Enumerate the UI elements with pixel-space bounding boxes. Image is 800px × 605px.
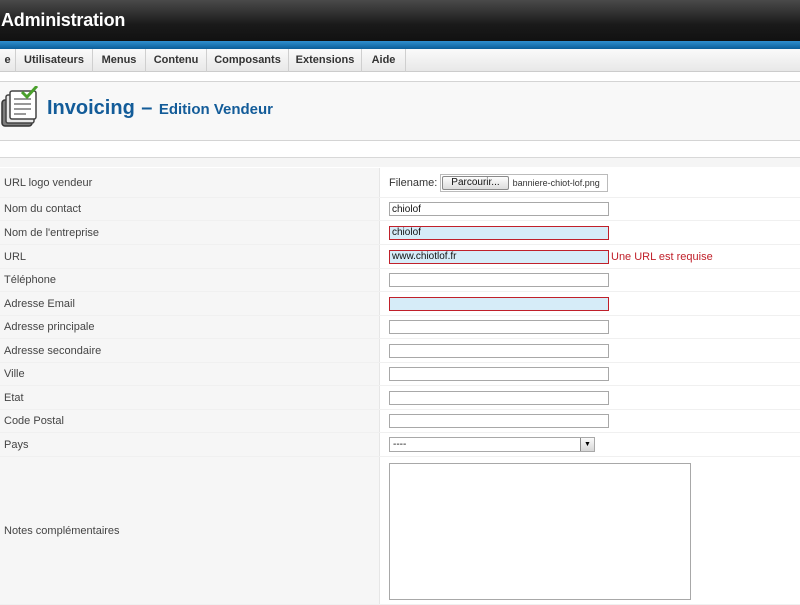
logo-file-input[interactable]: Parcourir... banniere-chiot-lof.png <box>440 173 609 192</box>
label-address1: Adresse principale <box>0 316 380 338</box>
url-error-message: Une URL est requise <box>611 250 713 263</box>
menu-item-utilisateurs[interactable]: Utilisateurs <box>16 49 93 72</box>
menu-item-site[interactable]: e <box>0 49 16 72</box>
page-title-main: Invoicing <box>47 97 135 119</box>
row-state: Etat <box>0 386 800 410</box>
menu-item-extensions[interactable]: Extensions <box>289 49 362 72</box>
label-company: Nom de l'entreprise <box>0 221 380 244</box>
phone-input[interactable] <box>389 273 609 287</box>
company-name-input[interactable] <box>389 225 609 240</box>
invoice-icon <box>1 86 39 127</box>
row-company: Nom de l'entreprise <box>0 221 800 245</box>
row-logo-url: URL logo vendeur Filename: Parcourir... … <box>0 168 800 198</box>
city-input[interactable] <box>389 367 609 381</box>
admin-title: Administration <box>1 10 126 30</box>
row-url: URL Une URL est requise <box>0 245 800 269</box>
vendor-form: URL logo vendeur Filename: Parcourir... … <box>0 168 800 605</box>
row-notes: Notes complémentaires <box>0 457 800 605</box>
page-title: Invoicing – Edition Vendeur <box>47 97 273 120</box>
chevron-down-icon[interactable]: ▼ <box>580 438 594 451</box>
address2-input[interactable] <box>389 343 609 358</box>
address1-input[interactable] <box>389 320 609 334</box>
menu-item-menus[interactable]: Menus <box>93 49 146 72</box>
label-notes: Notes complémentaires <box>0 457 380 604</box>
menu-item-aide[interactable]: Aide <box>362 49 406 72</box>
browse-button[interactable]: Parcourir... <box>442 175 509 190</box>
label-phone: Téléphone <box>0 269 380 291</box>
label-zip: Code Postal <box>0 410 380 432</box>
main-menu: e Utilisateurs Menus Contenu Composants … <box>0 49 800 72</box>
page-toolbar: Invoicing – Edition Vendeur <box>0 81 800 141</box>
notes-textarea[interactable] <box>389 463 691 600</box>
email-input[interactable] <box>389 296 609 311</box>
row-address2: Adresse secondaire <box>0 339 800 363</box>
label-state: Etat <box>0 386 380 409</box>
content-separator <box>0 157 800 167</box>
country-selected-value: ---- <box>393 439 407 450</box>
row-address1: Adresse principale <box>0 316 800 339</box>
zip-input[interactable] <box>389 414 609 428</box>
label-url: URL <box>0 245 380 268</box>
selected-filename: banniere-chiot-lof.png <box>512 177 600 188</box>
label-email: Adresse Email <box>0 292 380 315</box>
label-logo-url: URL logo vendeur <box>0 168 380 197</box>
label-country: Pays <box>0 433 380 456</box>
menu-item-contenu[interactable]: Contenu <box>146 49 207 72</box>
menu-item-composants[interactable]: Composants <box>207 49 289 72</box>
row-phone: Téléphone <box>0 269 800 292</box>
label-city: Ville <box>0 363 380 385</box>
contact-name-input[interactable] <box>389 202 609 216</box>
label-contact: Nom du contact <box>0 198 380 220</box>
filename-label: Filename: <box>389 176 438 189</box>
header-accent-bar <box>0 41 800 49</box>
page-title-separator: – <box>141 97 153 119</box>
label-address2: Adresse secondaire <box>0 339 380 362</box>
field-logo-url: Filename: Parcourir... banniere-chiot-lo… <box>389 168 609 197</box>
country-select[interactable]: ---- ▼ <box>389 437 595 452</box>
row-zip: Code Postal <box>0 410 800 433</box>
state-input[interactable] <box>389 390 609 405</box>
admin-header-bar: Administration <box>0 0 800 41</box>
row-email: Adresse Email <box>0 292 800 316</box>
row-contact: Nom du contact <box>0 198 800 221</box>
page-subtitle: Edition Vendeur <box>158 101 274 118</box>
row-city: Ville <box>0 363 800 386</box>
url-input[interactable] <box>389 249 609 264</box>
file-upload: Filename: Parcourir... banniere-chiot-lo… <box>389 173 609 192</box>
row-country: Pays ---- ▼ <box>0 433 800 457</box>
